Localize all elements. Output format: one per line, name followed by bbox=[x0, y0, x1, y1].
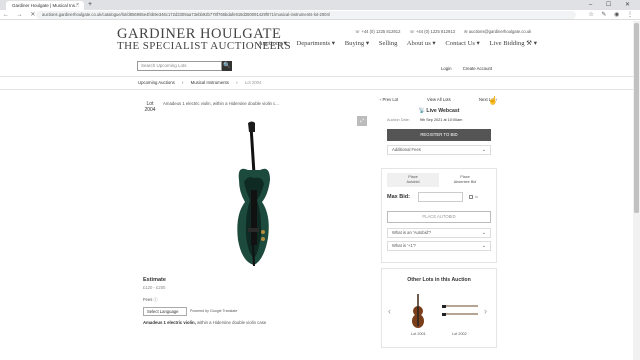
additional-fees-accordion[interactable]: Additional Fees ⌄ bbox=[387, 145, 491, 155]
nav-live-bidding[interactable]: Live Bidding ⚒ ▾ bbox=[490, 40, 538, 47]
browser-tab-bar: Gardiner Houlgate | Musical Ins... × + –… bbox=[0, 0, 640, 10]
tab-place-absentee-bid[interactable]: Place Absentee Bid bbox=[439, 173, 491, 187]
view-all-lots-link[interactable]: View All Lots bbox=[427, 97, 451, 102]
nav-selling[interactable]: Selling bbox=[379, 40, 398, 47]
phone-link-2[interactable]: ☏ +44 (0) 1225 812913 bbox=[410, 29, 455, 34]
other-lot-image-1[interactable] bbox=[410, 294, 426, 330]
place-autobid-button[interactable]: PLACE AUTOBID bbox=[387, 211, 491, 223]
address-bar-row: ← → ✕ auctions.gardinerhoulgate.co.uk/ca… bbox=[0, 10, 640, 20]
breadcrumb: Upcoming Auctions › Musical Instruments … bbox=[138, 80, 267, 85]
bow-icon bbox=[442, 305, 478, 316]
divider bbox=[0, 89, 640, 90]
create-account-link[interactable]: Create Account bbox=[463, 66, 492, 71]
main-nav: Auctions ▾ Departments ▾ Buying ▾ Sellin… bbox=[258, 39, 545, 47]
lot-description-bold: Amadeus 1 electric violin, bbox=[143, 320, 196, 325]
divider bbox=[0, 76, 640, 77]
language-select[interactable]: Select Language bbox=[143, 307, 187, 316]
tab-place-autobid[interactable]: Place Autobid bbox=[387, 173, 439, 187]
new-tab-button[interactable]: + bbox=[88, 1, 92, 8]
max-bid-input[interactable] bbox=[418, 192, 463, 202]
lot-image[interactable] bbox=[224, 120, 284, 270]
plus-one-label: to bbox=[475, 195, 478, 199]
register-to-bid-button[interactable]: REGISTER TO BID bbox=[387, 129, 491, 141]
bid-tabs: Place Autobid Place Absentee Bid bbox=[387, 173, 491, 187]
mouse-cursor-icon: ☝ bbox=[488, 96, 498, 105]
search-input[interactable]: Search Upcoming Lots bbox=[137, 61, 222, 71]
browser-nav-buttons[interactable]: ← → ✕ bbox=[3, 11, 38, 18]
lot-badge-number: 2004 bbox=[144, 107, 156, 113]
chevron-down-icon: ⌄ bbox=[481, 147, 486, 153]
additional-fees-label: Additional Fees bbox=[392, 147, 421, 152]
violin-icon bbox=[237, 121, 270, 267]
carousel-next-icon[interactable]: › bbox=[484, 306, 487, 316]
lot-title: Amadeus 1 electric violin, within a Hide… bbox=[163, 101, 279, 106]
lot-description-rest: within a Hidersine double violin case bbox=[195, 320, 267, 325]
estimate-value: £120 - £200 bbox=[143, 285, 166, 290]
auction-date-label: Auction Date: bbox=[387, 118, 410, 122]
breadcrumb-separator: › bbox=[236, 80, 238, 85]
chevron-down-icon: ⌄ bbox=[481, 230, 486, 236]
login-link[interactable]: Login bbox=[441, 66, 452, 71]
plus-one-checkbox[interactable] bbox=[469, 195, 473, 199]
nav-departments[interactable]: Departments ▾ bbox=[296, 40, 335, 47]
zoom-icon[interactable]: ⤢ bbox=[357, 116, 367, 126]
estimate-label: Estimate bbox=[143, 277, 166, 283]
nav-about[interactable]: About us ▾ bbox=[407, 40, 436, 47]
scrollbar-thumb[interactable] bbox=[634, 23, 639, 213]
email-link[interactable]: ✉ auctions@gardinerhoulgate.co.uk bbox=[464, 29, 531, 34]
tab-absentee-line2: Absentee Bid bbox=[453, 180, 477, 184]
faq-plus-one[interactable]: What is '+1'? ⌄ bbox=[387, 241, 491, 251]
search-icon[interactable]: 🔍 bbox=[222, 61, 232, 71]
carousel-prev-icon[interactable]: ‹ bbox=[388, 306, 391, 316]
close-tab-icon[interactable]: × bbox=[76, 2, 79, 8]
max-bid-label: Max Bid: bbox=[387, 194, 410, 200]
account-links: Login Create Account bbox=[441, 66, 502, 71]
browser-toolbar-icons[interactable]: ☆ ✎ ◉ ⋮ bbox=[588, 11, 636, 18]
fees-info[interactable]: Fees ⓘ bbox=[143, 297, 158, 303]
lot-description: Amadeus 1 electric violin, within a Hide… bbox=[143, 320, 266, 325]
other-lot-image-2[interactable] bbox=[440, 300, 480, 322]
other-lots-title: Other Lots in this Auction bbox=[407, 277, 471, 283]
tab-title: Gardiner Houlgate | Musical Ins... bbox=[12, 3, 79, 8]
phone-link-1[interactable]: ☏ +44 (0) 1225 812912 bbox=[355, 29, 400, 34]
nav-buying[interactable]: Buying ▾ bbox=[345, 40, 369, 47]
breadcrumb-musical[interactable]: Musical Instruments bbox=[191, 80, 229, 85]
faq-autobid[interactable]: What is an 'Autobid'? ⌄ bbox=[387, 228, 491, 238]
breadcrumb-upcoming[interactable]: Upcoming Auctions bbox=[138, 80, 175, 85]
tab-autobid-line2: Autobid bbox=[406, 180, 420, 184]
faq-autobid-label: What is an 'Autobid'? bbox=[392, 230, 432, 235]
faq-plus-one-label: What is '+1'? bbox=[392, 243, 416, 248]
contact-bar: ☏ +44 (0) 1225 812912 ☏ +44 (0) 1225 812… bbox=[355, 29, 539, 34]
breadcrumb-current: Lot 2004 bbox=[244, 80, 262, 85]
lot-badge: Lot 2004 bbox=[141, 101, 159, 116]
nav-auctions[interactable]: Auctions ▾ bbox=[258, 40, 287, 47]
url-field[interactable]: auctions.gardinerhoulgate.co.uk/catalogu… bbox=[36, 11, 576, 19]
google-translate-credit: Powered by Google Translate bbox=[190, 309, 238, 313]
prev-lot-link[interactable]: ‹ Prev Lot bbox=[380, 97, 398, 102]
auction-date: Auction Date: 9th Sep 2021 at 10:00am bbox=[387, 118, 462, 122]
other-lot-label-2[interactable]: Lot 2002 bbox=[452, 332, 467, 336]
window-controls[interactable]: – ☐ ✕ bbox=[589, 1, 636, 8]
browser-tab[interactable]: Gardiner Houlgate | Musical Ins... bbox=[6, 1, 84, 10]
auction-date-value: 9th Sep 2021 at 10:00am bbox=[419, 118, 463, 122]
nav-contact[interactable]: Contact Us ▾ bbox=[445, 40, 479, 47]
breadcrumb-separator: › bbox=[182, 80, 184, 85]
other-lot-label-1[interactable]: Lot 2001 bbox=[411, 332, 426, 336]
violin-icon bbox=[412, 294, 424, 328]
live-webcast-label: 📡 Live Webcast bbox=[418, 108, 460, 114]
chevron-down-icon: ⌄ bbox=[481, 243, 486, 249]
